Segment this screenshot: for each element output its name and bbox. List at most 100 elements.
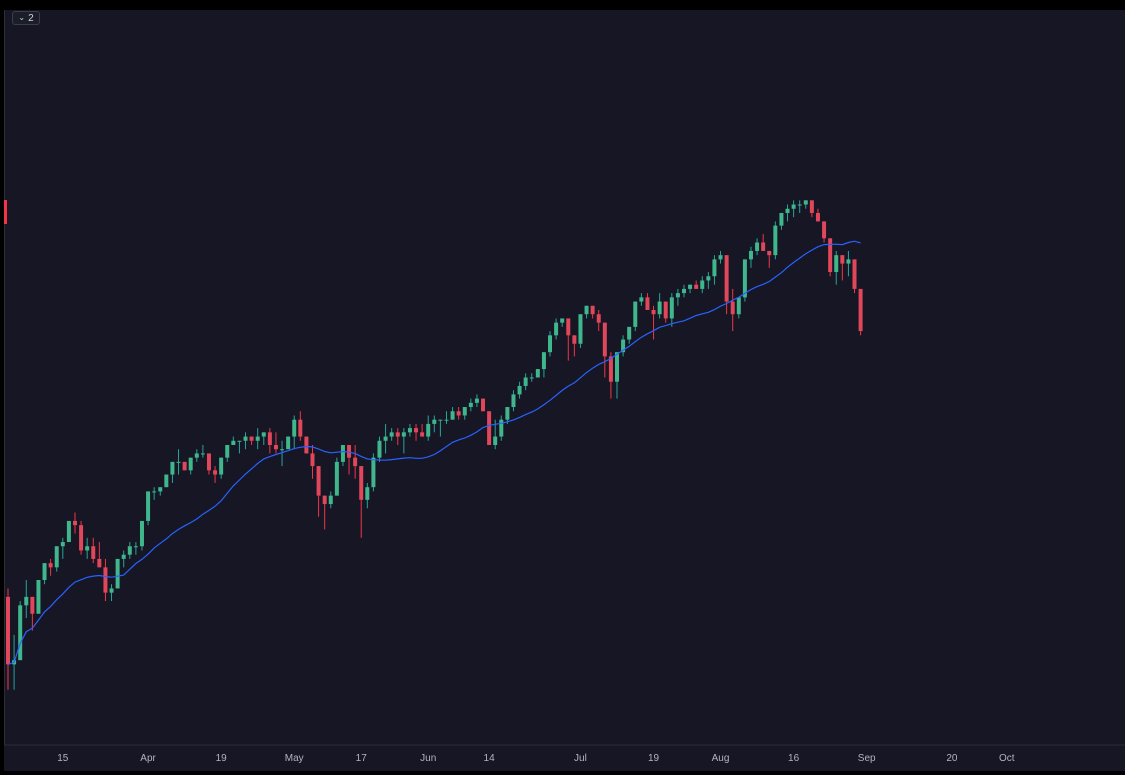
candle: [627, 326, 632, 344]
candlestick-chart[interactable]: 15 Apr 19 May 17 Jun 14 Jul 19 Aug 16 Sep 20 Oct: [4, 10, 1125, 771]
candle-body: [292, 419, 297, 437]
candle: [438, 419, 443, 437]
candle-body: [103, 567, 108, 593]
candle: [529, 373, 534, 382]
candle: [353, 445, 358, 479]
candle-body: [566, 318, 571, 336]
candle: [694, 280, 699, 289]
candle-body: [213, 470, 218, 475]
candle-body: [505, 407, 510, 420]
candle-body: [828, 238, 833, 273]
candle-body: [858, 288, 863, 332]
candle-body: [182, 461, 187, 471]
candle-body: [499, 419, 504, 437]
candle-body: [578, 314, 583, 344]
candle-body: [681, 288, 686, 294]
candle-body: [675, 293, 680, 298]
chart-pane[interactable]: 15 Apr 19 May 17 Jun 14 Jul 19 Aug 16 Sep 20 Oct ⌄ 2: [4, 10, 1125, 771]
candle: [383, 423, 388, 454]
candle-body: [286, 436, 291, 450]
candle: [213, 466, 218, 483]
candle: [706, 272, 711, 289]
candle: [523, 373, 528, 391]
candle: [700, 276, 705, 294]
candle-body: [822, 221, 827, 239]
candle-body: [395, 432, 400, 437]
candle-body: [761, 242, 766, 251]
x-axis-labels: 15 Apr 19 May 17 Jun 14 Jul 19 Aug 16 Sep 20 Oct: [57, 753, 1015, 764]
x-tick-label: 14: [484, 753, 496, 764]
candle: [255, 428, 260, 450]
candle: [72, 512, 77, 534]
candle-body: [24, 596, 29, 606]
candle-body: [462, 407, 467, 416]
candle: [755, 238, 760, 256]
candle: [310, 445, 315, 479]
candle: [456, 407, 461, 420]
candle: [468, 398, 473, 412]
candle-body: [194, 453, 199, 458]
candle: [834, 250, 839, 285]
candle-body: [261, 432, 266, 437]
candle-body: [280, 449, 285, 451]
candle-body: [225, 445, 230, 458]
candle: [450, 407, 455, 420]
candle-body: [219, 457, 224, 475]
candle: [481, 398, 486, 412]
candle: [572, 335, 577, 357]
candle: [164, 474, 169, 488]
candle-body: [79, 525, 84, 551]
collapse-count: 2: [28, 12, 34, 24]
candle-body: [127, 546, 132, 555]
candle-body: [651, 310, 656, 315]
candle: [6, 588, 10, 690]
candle: [66, 520, 71, 543]
candle: [91, 537, 96, 564]
candle: [669, 293, 674, 327]
candle: [426, 415, 431, 441]
candle-body: [237, 440, 242, 442]
candle-body: [438, 419, 443, 421]
candle: [249, 436, 254, 445]
candle-body: [468, 402, 473, 408]
candle-body: [267, 432, 272, 445]
candle: [651, 305, 656, 340]
candle-body: [474, 398, 479, 403]
candle-body: [66, 520, 71, 543]
candle: [407, 423, 412, 437]
candle: [231, 436, 236, 445]
x-tick-label: 19: [648, 753, 660, 764]
candle: [48, 558, 53, 576]
candle: [194, 449, 199, 462]
candle: [79, 520, 84, 555]
candle-body: [420, 432, 425, 437]
collapse-pane-button[interactable]: ⌄ 2: [12, 11, 40, 25]
candle-body: [407, 428, 412, 433]
candle: [541, 352, 546, 378]
candle-body: [450, 411, 455, 420]
candle-body: [347, 445, 352, 458]
candle: [334, 457, 339, 496]
candle-body: [334, 461, 339, 496]
candle-body: [432, 419, 437, 424]
x-tick-label: 20: [946, 753, 958, 764]
candle: [554, 318, 559, 340]
candle: [170, 461, 175, 483]
candle: [182, 461, 187, 471]
candle: [736, 297, 741, 319]
candle-body: [97, 558, 102, 568]
candle-body: [639, 297, 644, 302]
candle: [103, 558, 108, 602]
candle-body: [712, 259, 717, 277]
candle-body: [688, 284, 693, 289]
candle: [328, 491, 333, 509]
candle: [815, 208, 820, 222]
candle-body: [60, 542, 65, 547]
candle-body: [572, 335, 577, 344]
candle: [322, 495, 327, 530]
candle-body: [164, 474, 169, 488]
candle-body: [340, 445, 345, 462]
candle-body: [158, 487, 163, 492]
candle: [444, 411, 449, 424]
candle: [97, 542, 102, 568]
